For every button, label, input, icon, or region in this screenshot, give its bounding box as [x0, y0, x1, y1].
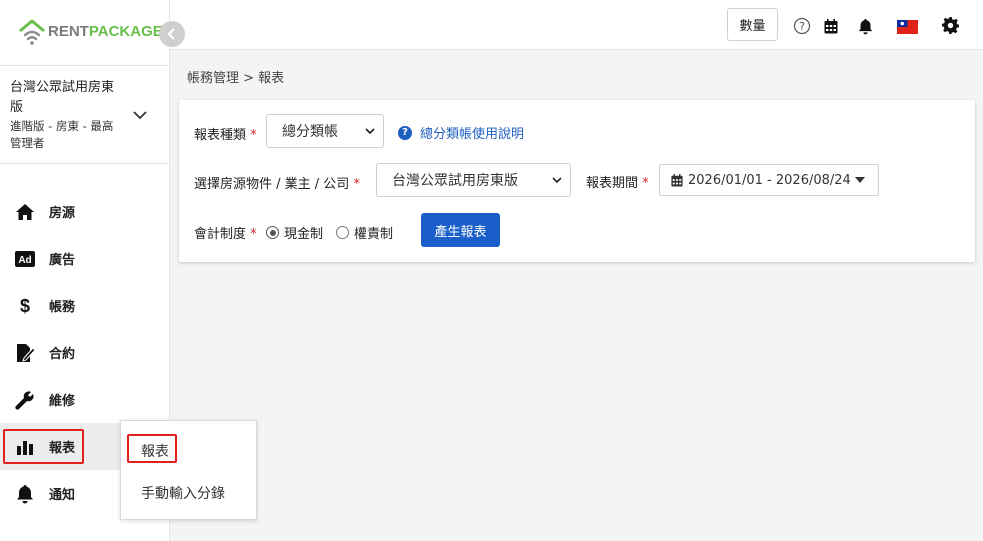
menu-item-ads[interactable]: Ad 廣告 [0, 235, 169, 282]
menu-item-accounts[interactable]: $ 帳務 [0, 282, 169, 329]
help-link-text: 總分類帳使用說明 [420, 127, 525, 142]
home-icon [14, 201, 36, 223]
svg-text:?: ? [799, 20, 805, 33]
accounting-label-text: 會計制度 [194, 227, 247, 242]
brand-name-part1: RENT [48, 23, 89, 40]
radio-label: 現金制 [284, 227, 324, 242]
brand-name: RENTPACKAGE [48, 23, 163, 40]
menu-item-properties[interactable]: 房源 [0, 188, 169, 235]
help-icon[interactable]: ? [793, 17, 811, 35]
report-form-card: 報表種類 * 總分類帳 ? 總分類帳使用說明 選擇房源物件 / 業主 / 公司 … [179, 100, 975, 262]
radio-label: 權責制 [354, 227, 394, 242]
chevron-down-icon[interactable] [131, 106, 149, 124]
period-date-range[interactable]: 2026/01/01 - 2026/08/24 [659, 164, 879, 196]
brand-header: RENTPACKAGE [0, 0, 169, 66]
property-select[interactable]: 台灣公眾試用房東版 [376, 163, 571, 197]
account-name: 台灣公眾試用房東版 [10, 80, 115, 115]
submenu-item-manual-entry[interactable]: 手動輸入分錄 [141, 483, 225, 503]
logo-icon [19, 19, 45, 45]
required-mark: * [250, 128, 257, 143]
contract-icon [14, 342, 36, 364]
report-type-value: 總分類帳 [282, 124, 338, 140]
calendar-icon[interactable] [822, 17, 840, 35]
period-label-text: 報表期間 [586, 176, 639, 191]
radio-accrual-basis[interactable]: 權責制 [336, 223, 393, 242]
report-type-label: 報表種類 * [194, 124, 257, 143]
chevron-down-icon [365, 128, 375, 135]
menu-label: 維修 [49, 394, 76, 409]
dollar-icon: $ [14, 295, 36, 317]
question-circle-icon: ? [398, 125, 412, 140]
menu-label: 廣告 [49, 253, 76, 268]
menu-label: 房源 [49, 206, 76, 221]
menu-item-contracts[interactable]: 合約 [0, 329, 169, 376]
quantity-button[interactable]: 數量 [727, 8, 778, 41]
bell-icon [14, 483, 36, 505]
reports-submenu: 報表 手動輸入分錄 [120, 420, 257, 520]
required-mark: * [250, 227, 257, 242]
svg-text:Ad: Ad [18, 255, 31, 266]
report-type-select[interactable]: 總分類帳 [266, 114, 384, 148]
report-type-label-text: 報表種類 [194, 128, 247, 143]
property-label: 選擇房源物件 / 業主 / 公司 * [194, 173, 360, 192]
ad-icon: Ad [14, 248, 36, 270]
radio-cash-basis[interactable]: 現金制 [266, 223, 323, 242]
breadcrumb: 帳務管理 > 報表 [187, 71, 285, 86]
menu-label: 合約 [49, 347, 76, 362]
caret-down-icon [854, 177, 865, 183]
radio-button[interactable] [266, 226, 279, 239]
menu-label: 報表 [49, 441, 76, 456]
radio-button[interactable] [336, 226, 349, 239]
property-label-text: 選擇房源物件 / 業主 / 公司 [194, 177, 350, 192]
svg-text:$: $ [20, 296, 30, 316]
account-role: 進階版 - 房東 - 最高管理者 [10, 119, 114, 150]
period-label: 報表期間 * [586, 172, 649, 191]
wrench-icon [14, 389, 36, 411]
calendar-icon [671, 173, 683, 186]
brand-name-part2: PACKAGE [88, 23, 163, 40]
gear-icon[interactable] [941, 16, 959, 34]
generate-report-button[interactable]: 產生報表 [421, 213, 500, 247]
chevron-left-icon[interactable] [159, 21, 185, 47]
period-value: 2026/01/01 - 2026/08/24 [688, 172, 851, 188]
required-mark: * [353, 177, 360, 192]
accounting-label: 會計制度 * [194, 223, 257, 242]
menu-label: 帳務 [49, 300, 76, 315]
required-mark: * [642, 176, 649, 191]
help-link[interactable]: ? 總分類帳使用說明 [398, 123, 524, 142]
taiwan-flag-icon[interactable] [896, 18, 918, 36]
chevron-down-icon [552, 177, 562, 184]
submenu-item-reports[interactable]: 報表 [141, 441, 169, 461]
menu-label: 通知 [49, 488, 76, 503]
menu-item-maintenance[interactable]: 維修 [0, 376, 169, 423]
bell-icon[interactable] [856, 17, 874, 35]
bar-chart-icon [14, 436, 36, 458]
account-switcher[interactable]: 台灣公眾試用房東版 進階版 - 房東 - 最高管理者 [0, 66, 169, 164]
top-bar: 數量 ? [170, 0, 983, 50]
property-value: 台灣公眾試用房東版 [392, 173, 518, 189]
